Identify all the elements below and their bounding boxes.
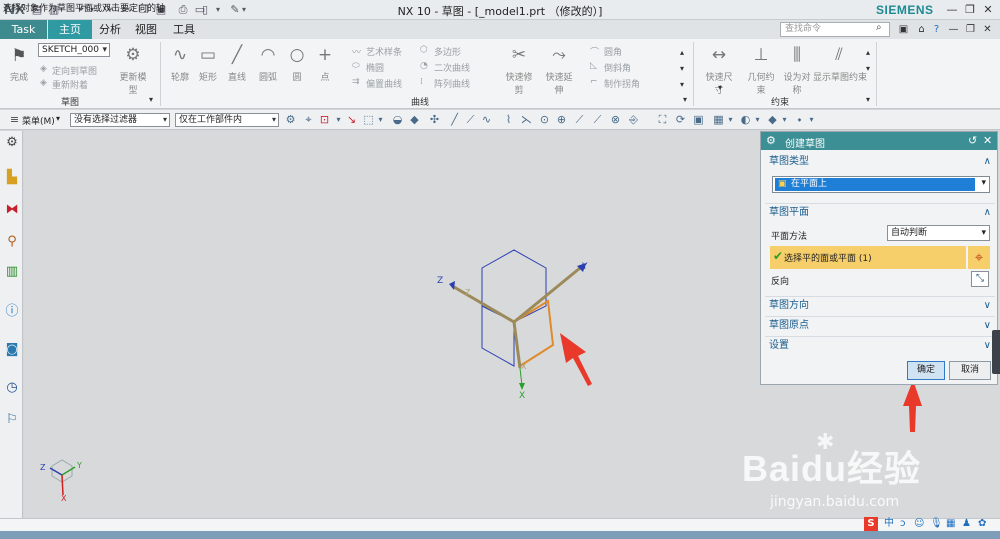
select-plane-label: 选择平的面或平面 (1)	[784, 254, 872, 264]
reset-icon[interactable]: ↺	[968, 134, 977, 147]
ime-voice-icon[interactable]: 🎙	[930, 517, 943, 531]
ime-skin-icon[interactable]: ✿	[978, 517, 986, 531]
section-sketch-type-label: 草图类型	[769, 156, 809, 167]
dialog-close-icon[interactable]: ✕	[983, 134, 992, 147]
ime-emoji-icon[interactable]: ☺	[914, 517, 924, 531]
ime-keyboard-icon[interactable]: ▦	[946, 517, 955, 531]
dialog-header[interactable]: ⚙ 创建草图 ↺ ✕	[761, 132, 997, 150]
section-sketch-origin[interactable]: 草图原点 ∨	[765, 316, 995, 334]
ime-toolbar: S 中 ɔ ☺ 🎙 ▦ ♟ ✿	[862, 517, 1000, 531]
cancel-button[interactable]: 取消	[949, 361, 991, 380]
chevron-down-icon: ▾	[981, 178, 986, 188]
section-sketch-orientation-label: 草图方向	[769, 300, 809, 311]
section-sketch-plane[interactable]: 草图平面 ∧	[765, 203, 995, 221]
section-settings[interactable]: 设置 ∨	[765, 336, 995, 354]
red-arrow-ok	[903, 380, 922, 432]
ok-button[interactable]: 确定	[907, 361, 945, 380]
sogou-ime-icon[interactable]: S	[864, 517, 878, 531]
chevron-up-icon: ∧	[983, 207, 991, 218]
red-arrow-triad	[560, 333, 592, 386]
chevron-down-icon: ∨	[983, 340, 991, 351]
plane-method-select[interactable]: 自动判断 ▾	[887, 225, 990, 241]
chevron-down-icon: ∨	[983, 320, 991, 331]
chevron-up-icon: ∧	[983, 156, 991, 167]
chevron-down-icon: ∨	[983, 300, 991, 311]
check-icon: ✔	[773, 249, 784, 263]
ime-punct-toggle[interactable]: ɔ	[900, 517, 906, 531]
reverse-direction-icon[interactable]: ⤡	[971, 271, 989, 287]
create-sketch-dialog: ⚙ 创建草图 ↺ ✕ 草图类型 ∧ 在平面上 ▣ ▾ 草图平面 ∧ 平面方法 自动判…	[760, 131, 998, 385]
os-taskbar	[0, 531, 1000, 539]
section-sketch-origin-label: 草图原点	[769, 320, 809, 331]
ime-lang-toggle[interactable]: 中	[884, 517, 894, 531]
select-plane-row[interactable]: ✔ 选择平的面或平面 (1)	[770, 246, 966, 269]
dialog-title: 创建草图	[785, 139, 825, 150]
reverse-direction-label: 反向	[771, 277, 790, 287]
sketch-type-select[interactable]: 在平面上 ▣ ▾	[772, 176, 990, 193]
section-sketch-plane-label: 草图平面	[769, 207, 809, 218]
plane-method-label: 平面方法	[771, 232, 808, 242]
dialog-gear-icon: ⚙	[766, 134, 776, 147]
section-settings-label: 设置	[769, 340, 789, 351]
section-sketch-type[interactable]: 草图类型 ∧	[765, 153, 995, 171]
ime-user-icon[interactable]: ♟	[962, 517, 971, 531]
plane-method-value: 自动判断	[891, 228, 928, 238]
side-drawer-handle[interactable]	[992, 330, 1000, 374]
point-dialog-crosshair-icon[interactable]: ⌖	[968, 246, 990, 269]
status-prompt: 选择对象作为草图平面或双击要定向的轴	[3, 4, 166, 14]
section-sketch-orientation[interactable]: 草图方向 ∨	[765, 296, 995, 314]
plane-icon: ▣	[778, 179, 787, 189]
status-bar	[0, 518, 1000, 531]
chevron-down-icon: ▾	[981, 228, 986, 238]
sketch-type-value: 在平面上	[775, 178, 975, 191]
